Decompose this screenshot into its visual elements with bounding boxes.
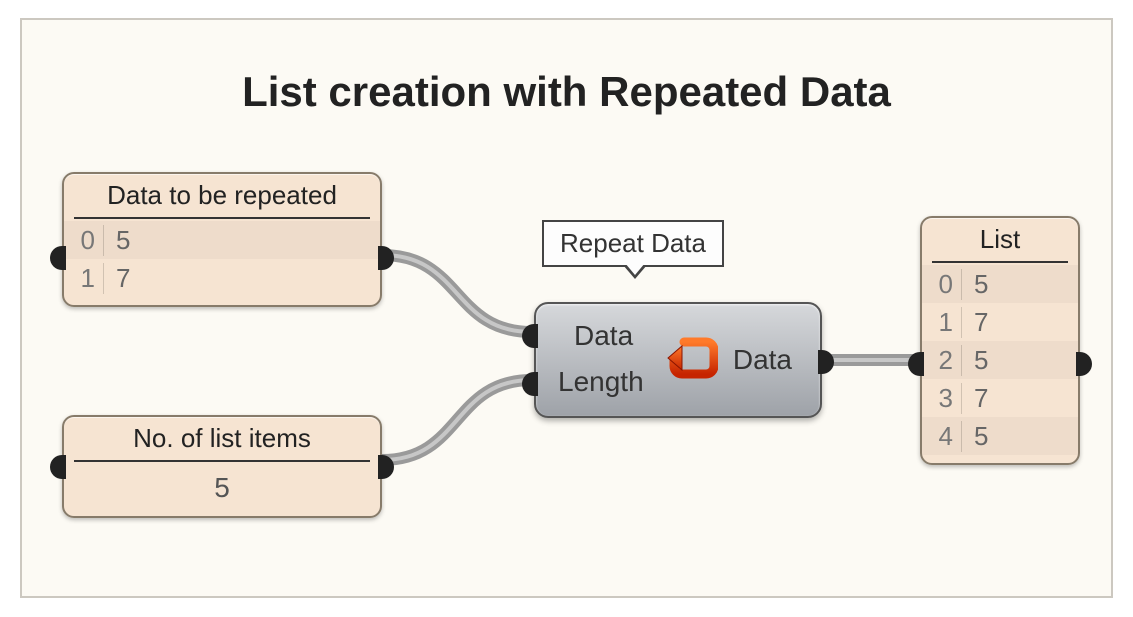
table-row: 2 5 xyxy=(922,341,1078,379)
output-label-data: Data xyxy=(733,344,792,376)
component-repeat-data[interactable]: Data Length Data xyxy=(534,302,822,418)
row-index: 4 xyxy=(922,421,962,452)
diagram-canvas: List creation with Repeated Data Data to… xyxy=(20,18,1113,598)
row-value: 5 xyxy=(962,421,988,452)
row-value: 7 xyxy=(104,263,130,294)
panel-data-header: Data to be repeated xyxy=(74,174,370,219)
row-index: 1 xyxy=(922,307,962,338)
row-value: 5 xyxy=(104,225,130,256)
component-tooltip: Repeat Data xyxy=(542,220,724,267)
repeat-icon xyxy=(664,334,718,382)
row-index: 0 xyxy=(64,225,104,256)
row-value: 5 xyxy=(962,269,988,300)
row-index: 3 xyxy=(922,383,962,414)
table-row: 1 7 xyxy=(64,259,380,297)
row-value: 7 xyxy=(962,307,988,338)
panel-count-value: 5 xyxy=(64,462,380,516)
row-value: 7 xyxy=(962,383,988,414)
input-label-length: Length xyxy=(558,366,644,398)
panel-result[interactable]: List 0 5 1 7 2 5 3 7 4 5 xyxy=(920,216,1080,465)
input-label-data: Data xyxy=(574,320,633,352)
row-value: 5 xyxy=(962,345,988,376)
panel-data-to-repeat[interactable]: Data to be repeated 0 5 1 7 xyxy=(62,172,382,307)
table-row: 4 5 xyxy=(922,417,1078,455)
table-row: 0 5 xyxy=(64,221,380,259)
panel-count-header: No. of list items xyxy=(74,417,370,462)
row-index: 2 xyxy=(922,345,962,376)
panel-result-header: List xyxy=(932,218,1068,263)
row-index: 0 xyxy=(922,269,962,300)
row-index: 1 xyxy=(64,263,104,294)
table-row: 0 5 xyxy=(922,265,1078,303)
table-row: 3 7 xyxy=(922,379,1078,417)
panel-count[interactable]: No. of list items 5 xyxy=(62,415,382,518)
table-row: 1 7 xyxy=(922,303,1078,341)
panel-data-body: 0 5 1 7 xyxy=(64,219,380,305)
panel-result-body: 0 5 1 7 2 5 3 7 4 5 xyxy=(922,263,1078,463)
